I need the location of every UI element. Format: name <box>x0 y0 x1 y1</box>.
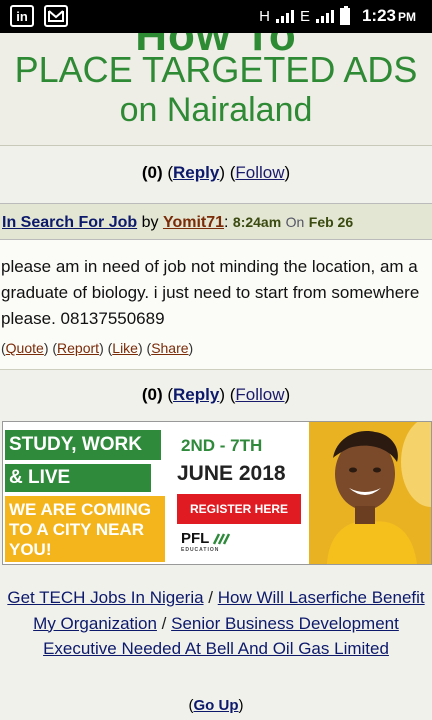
follow-link[interactable]: Follow <box>235 163 284 182</box>
gmail-icon <box>44 5 68 27</box>
quote-link[interactable]: Quote <box>6 340 44 356</box>
post-date: Feb 26 <box>308 214 354 230</box>
post-time: 8:24am <box>232 214 282 230</box>
ad-middle-panel: 2ND - 7TH JUNE 2018 REGISTER HERE PFL ED… <box>173 422 309 564</box>
status-bar: in H E 1:23 PM <box>0 0 432 33</box>
related-link-1[interactable]: Get TECH Jobs In Nigeria <box>7 588 203 607</box>
banner-line-3: on Nairaland <box>119 91 313 129</box>
ad-dates-1: 2ND - 7TH <box>181 436 263 455</box>
post-counts-top: (0) (Reply) (Follow) <box>141 163 291 182</box>
reply-count-2: (0) <box>141 385 163 404</box>
on-label: On <box>285 214 305 230</box>
register-button[interactable]: REGISTER HERE <box>177 494 301 524</box>
network-type-1: H <box>259 7 270 25</box>
post-body: please am in need of job not minding the… <box>0 240 432 370</box>
reply-count: (0) <box>141 163 163 182</box>
username-link[interactable]: Yomit71 <box>163 214 224 231</box>
share-link[interactable]: Share <box>151 340 188 356</box>
go-up-row: (Go Up) <box>188 697 244 714</box>
ad-line-1: STUDY, WORK <box>5 430 161 460</box>
clock: 1:23 PM <box>361 6 416 25</box>
ad-left-panel: STUDY, WORK & LIVE ABROAD WE ARE COMING … <box>3 422 171 564</box>
signal-icon-2 <box>315 9 334 23</box>
topic-link[interactable]: In Search For Job <box>2 214 137 231</box>
battery-icon <box>339 5 350 25</box>
ad-dates-2: JUNE 2018 <box>177 462 286 485</box>
related-links: Get TECH Jobs In Nigeria / How Will Lase… <box>7 588 425 658</box>
signal-icon <box>275 9 294 23</box>
go-up-link[interactable]: Go Up <box>194 697 239 714</box>
ad-banner-top[interactable]: How To PLACE TARGETED ADS on Nairaland <box>0 33 432 146</box>
linkedin-icon: in <box>10 5 34 27</box>
ad-line-2: & LIVE ABROAD <box>5 464 151 516</box>
by-label: by <box>141 214 159 231</box>
post-text: please am in need of job not minding the… <box>1 257 420 328</box>
network-type-2: E <box>299 7 310 25</box>
post-counts-bottom: (0) (Reply) (Follow) <box>141 385 291 404</box>
reply-link[interactable]: Reply <box>173 163 219 182</box>
ad-person-photo <box>309 422 431 564</box>
study-abroad-ad[interactable]: STUDY, WORK & LIVE ABROAD WE ARE COMING … <box>2 421 432 565</box>
post-header: In Search For Job by Yomit71: 8:24am On … <box>0 203 432 240</box>
report-link[interactable]: Report <box>57 340 99 356</box>
follow-link-2[interactable]: Follow <box>235 385 284 404</box>
ad-line-3: WE ARE COMING TO A CITY NEAR YOU! <box>5 496 165 562</box>
status-right: H E 1:23 PM <box>259 5 416 26</box>
post-actions: (Quote) (Report) (Like) (Share) <box>1 340 194 356</box>
banner-line-2: PLACE TARGETED ADS <box>14 49 418 90</box>
like-link[interactable]: Like <box>112 340 138 356</box>
reply-link-2[interactable]: Reply <box>173 385 219 404</box>
pfl-logo: PFL EDUCATION <box>181 530 231 553</box>
